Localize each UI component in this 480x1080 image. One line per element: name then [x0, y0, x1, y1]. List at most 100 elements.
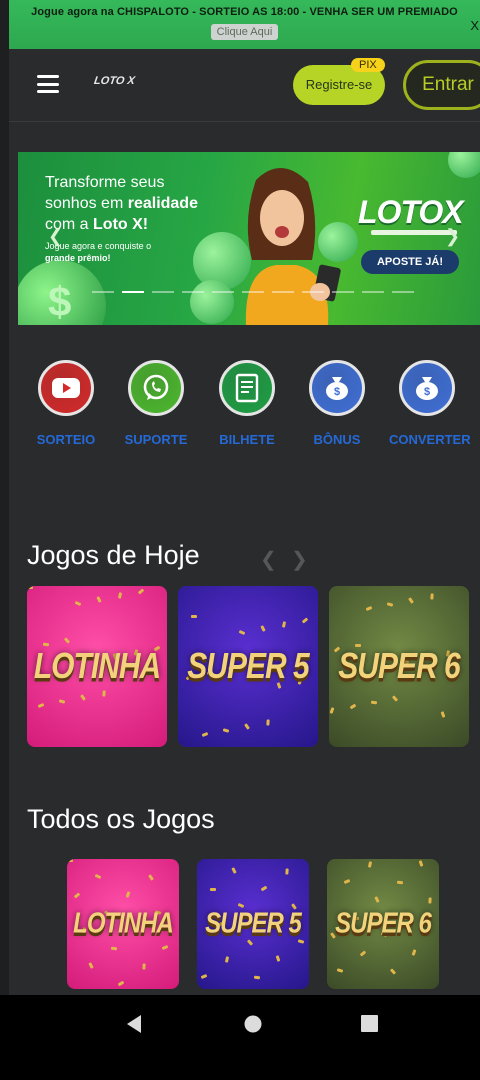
game-title: SUPER 5	[187, 646, 309, 686]
carousel-dot[interactable]	[332, 291, 354, 293]
whatsapp-icon[interactable]	[128, 360, 184, 416]
confetti	[349, 703, 357, 710]
money-bag-icon[interactable]: $	[399, 360, 455, 416]
pix-badge: PIX	[351, 58, 385, 72]
carousel-dot[interactable]	[242, 291, 264, 293]
confetti	[367, 861, 373, 868]
carousel-dot[interactable]	[362, 291, 384, 293]
confetti	[336, 968, 344, 973]
quick-action-converter[interactable]: $ CONVERTER	[389, 360, 471, 447]
svg-text:$: $	[334, 386, 340, 398]
confetti	[411, 949, 417, 956]
promo-button[interactable]: Clique Aqui	[210, 24, 279, 40]
carousel-dot[interactable]	[392, 291, 414, 293]
woman-with-phone-image	[245, 167, 341, 325]
app-screen: Jogue agora na CHISPALOTO - SORTEIO AS 1…	[0, 0, 480, 995]
confetti	[343, 878, 351, 885]
confetti	[58, 699, 66, 704]
chevron-right-icon[interactable]: ❯	[291, 547, 308, 572]
confetti	[408, 597, 414, 604]
decorative-ball	[448, 152, 480, 178]
game-title: LOTINHA	[73, 907, 174, 940]
confetti	[96, 596, 102, 603]
bet-now-button[interactable]: APOSTE JÁ!	[361, 250, 459, 274]
confetti	[430, 593, 434, 600]
game-card-super-5[interactable]: SUPER 5	[197, 859, 309, 989]
quick-action-label[interactable]: CONVERTER	[389, 432, 471, 447]
confetti	[253, 975, 261, 980]
quick-action-label[interactable]: BILHETE	[209, 432, 285, 447]
confetti	[27, 586, 33, 589]
confetti	[125, 891, 131, 898]
promo-carousel[interactable]: $ Transforme seus sonhos em realidade co…	[18, 152, 480, 325]
confetti	[329, 707, 335, 714]
login-button[interactable]: Entrar	[403, 60, 480, 110]
game-card-super-6[interactable]: SUPER 6	[327, 859, 439, 989]
money-bag-icon[interactable]: $	[309, 360, 365, 416]
confetti	[238, 629, 246, 636]
confetti	[94, 873, 102, 880]
carousel-dot[interactable]	[212, 291, 234, 293]
confetti	[231, 867, 237, 874]
carousel-dot[interactable]	[122, 291, 144, 293]
site-logo[interactable]: LOTO X	[93, 75, 135, 87]
system-navigation-bar	[0, 995, 480, 1080]
confetti	[74, 600, 82, 607]
ticket-icon[interactable]	[219, 360, 275, 416]
game-title: SUPER 5	[205, 907, 302, 940]
carousel-dot[interactable]	[182, 291, 204, 293]
quick-action-bilhete[interactable]: BILHETE	[209, 360, 285, 447]
game-title: SUPER 6	[338, 646, 460, 686]
carousel-dot[interactable]	[272, 291, 294, 293]
game-title: SUPER 6	[335, 907, 432, 940]
confetti	[275, 955, 281, 962]
confetti	[137, 588, 145, 595]
confetti	[260, 885, 268, 892]
confetti	[374, 896, 380, 903]
quick-action-sorteio[interactable]: SORTEIO	[28, 360, 104, 447]
recents-icon[interactable]	[361, 1015, 378, 1032]
confetti	[142, 963, 146, 970]
confetti	[73, 892, 81, 899]
game-card-lotinha[interactable]: LOTINHA	[67, 859, 179, 989]
confetti	[191, 615, 197, 618]
confetti	[80, 694, 86, 701]
confetti	[88, 962, 94, 969]
home-icon[interactable]	[244, 1015, 262, 1033]
confetti	[110, 946, 118, 951]
carousel-indicators	[92, 291, 414, 293]
back-icon[interactable]	[125, 1014, 143, 1034]
carousel-dot[interactable]	[152, 291, 174, 293]
quick-action-bnus[interactable]: $ BÔNUS	[299, 360, 375, 447]
chevron-right-icon[interactable]: ❯	[445, 226, 460, 247]
confetti	[428, 897, 432, 904]
confetti	[224, 956, 230, 963]
confetti	[391, 695, 399, 702]
quick-action-label[interactable]: SUPORTE	[118, 432, 194, 447]
confetti	[222, 728, 230, 733]
confetti	[370, 700, 378, 705]
quick-action-label[interactable]: BÔNUS	[299, 432, 375, 447]
confetti	[266, 719, 270, 726]
chevron-left-icon[interactable]: ❮	[260, 547, 277, 572]
hamburger-menu-icon[interactable]	[37, 75, 59, 93]
confetti	[161, 944, 169, 951]
carousel-dot[interactable]	[302, 291, 324, 293]
close-icon[interactable]: X	[470, 18, 479, 33]
game-card-super-6[interactable]: SUPER 6	[329, 586, 469, 747]
promo-text: Jogue agora na CHISPALOTO - SORTEIO AS 1…	[31, 6, 458, 18]
chevron-left-icon[interactable]: ❮	[48, 226, 63, 247]
section-title-today: Jogos de Hoje	[27, 540, 200, 570]
quick-action-suporte[interactable]: SUPORTE	[118, 360, 194, 447]
banner-subtext: Jogue agora e conquiste o grande prêmio!	[45, 241, 152, 263]
youtube-icon[interactable]	[38, 360, 94, 416]
game-card-lotinha[interactable]: LOTINHA	[27, 586, 167, 747]
confetti	[386, 602, 394, 607]
quick-action-label[interactable]: SORTEIO	[28, 432, 104, 447]
confetti	[244, 723, 250, 730]
carousel-dot[interactable]	[92, 291, 114, 293]
game-title: LOTINHA	[33, 646, 161, 686]
confetti	[389, 968, 397, 975]
game-card-super-5[interactable]: SUPER 5	[178, 586, 318, 747]
confetti	[63, 637, 71, 644]
